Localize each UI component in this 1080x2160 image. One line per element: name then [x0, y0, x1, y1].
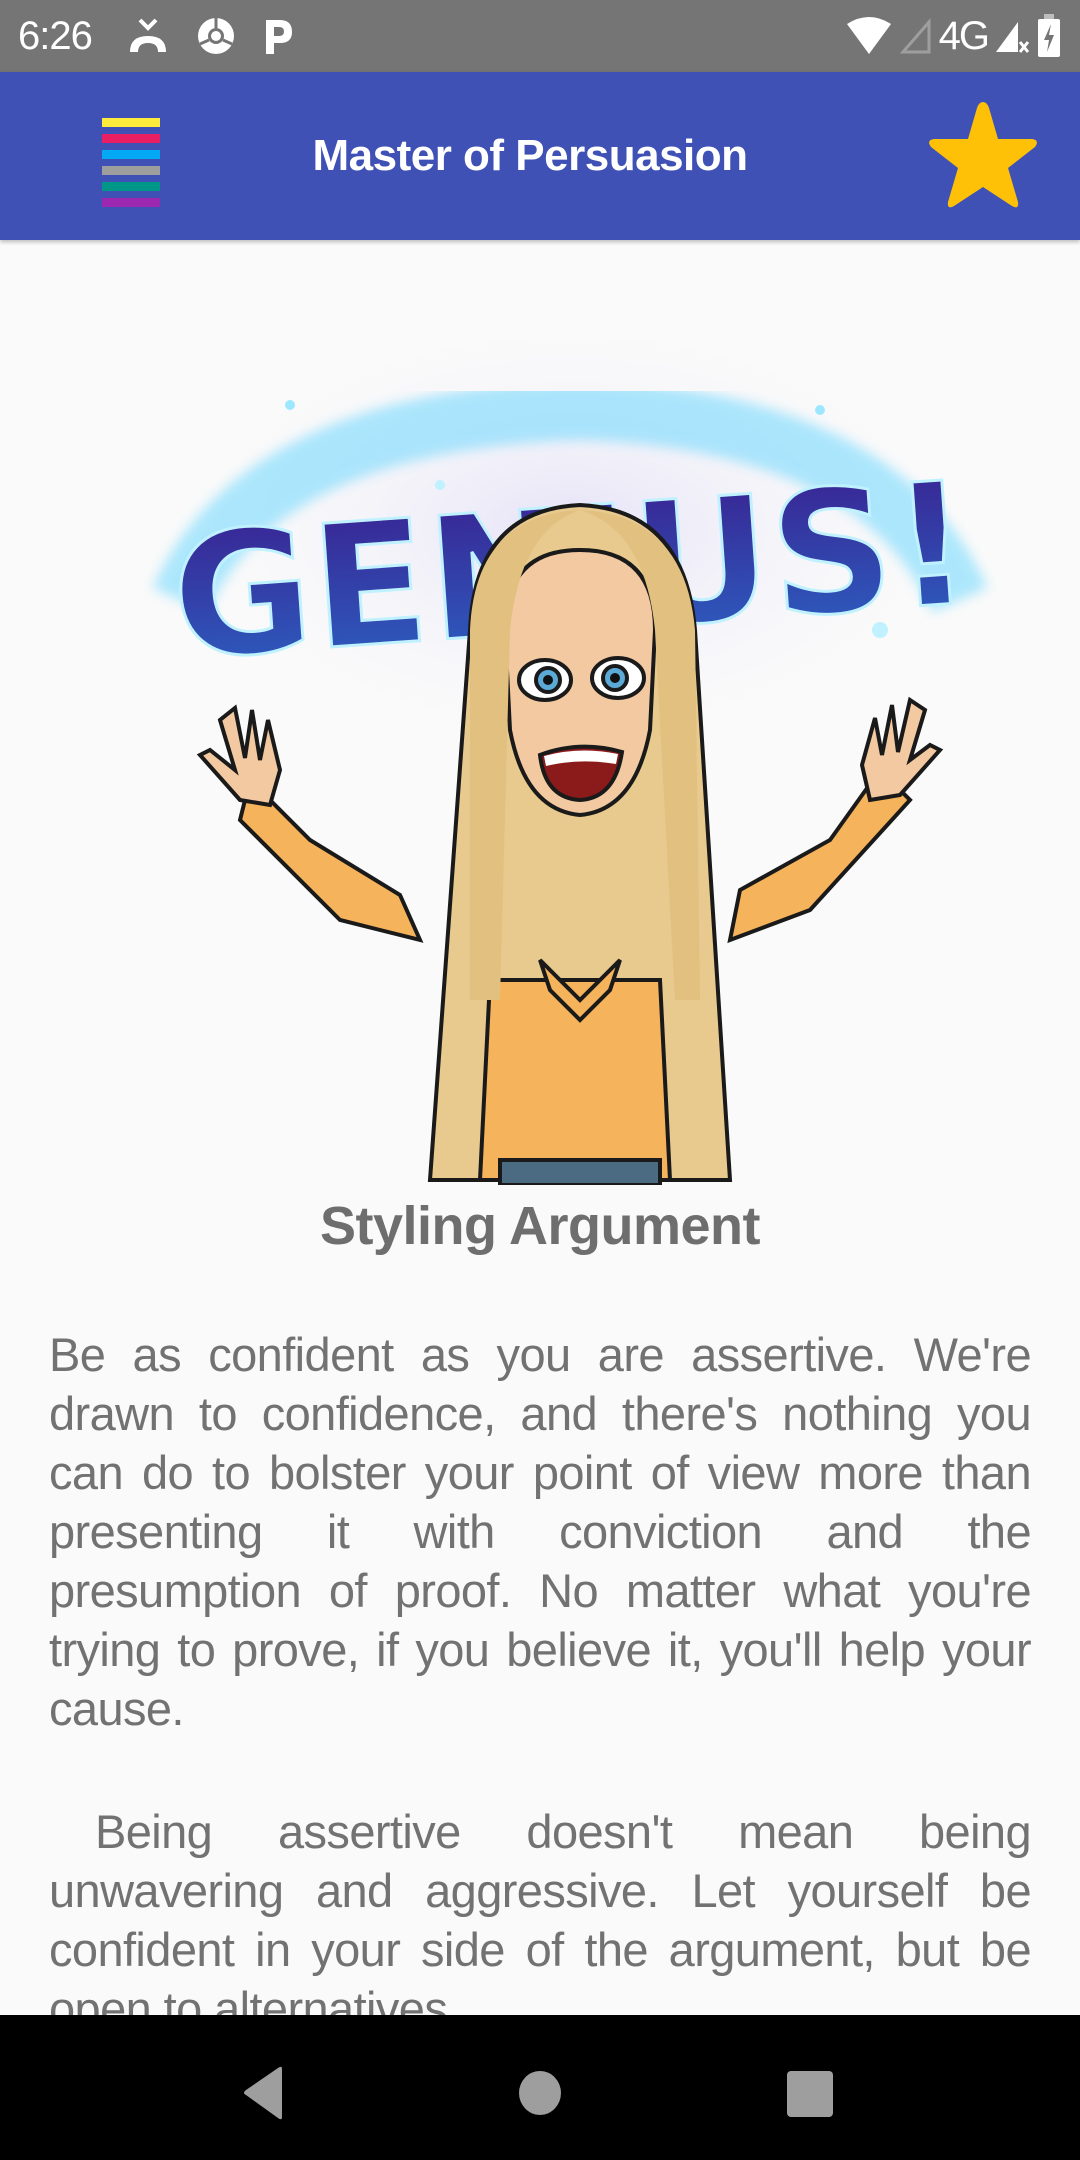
app-bar: Master of Persuasion [0, 72, 1080, 240]
battery-charging-icon [1038, 14, 1060, 57]
missed-call-icon [129, 18, 166, 52]
signal-no-data-icon [996, 22, 1030, 53]
network-type: 4G [938, 13, 990, 58]
paragraph: Be as confident as you are assertive. We… [49, 1328, 1032, 1735]
system-nav-bar [0, 2015, 1080, 2160]
back-icon [244, 2066, 282, 2120]
status-bar: 6:26 4G [0, 0, 1080, 72]
back-button[interactable] [240, 2055, 310, 2125]
paragraph: Being assertive doesn't mean being unwav… [49, 1805, 1032, 2015]
hero-illustration: GENIUS! [150, 300, 990, 1185]
home-icon [519, 2071, 561, 2115]
status-time: 6:26 [18, 13, 93, 58]
parking-app-icon [265, 20, 292, 54]
signal-empty-icon [899, 17, 931, 54]
chrome-icon [197, 18, 234, 54]
wifi-icon [846, 17, 891, 54]
favorite-button[interactable] [918, 94, 1048, 224]
star-icon [929, 102, 1037, 208]
home-button[interactable] [517, 2055, 587, 2125]
recents-icon [787, 2071, 833, 2117]
recents-button[interactable] [785, 2055, 855, 2125]
section-title: Styling Argument [319, 1196, 761, 1256]
article-content[interactable]: GENIUS! [0, 240, 1080, 2015]
